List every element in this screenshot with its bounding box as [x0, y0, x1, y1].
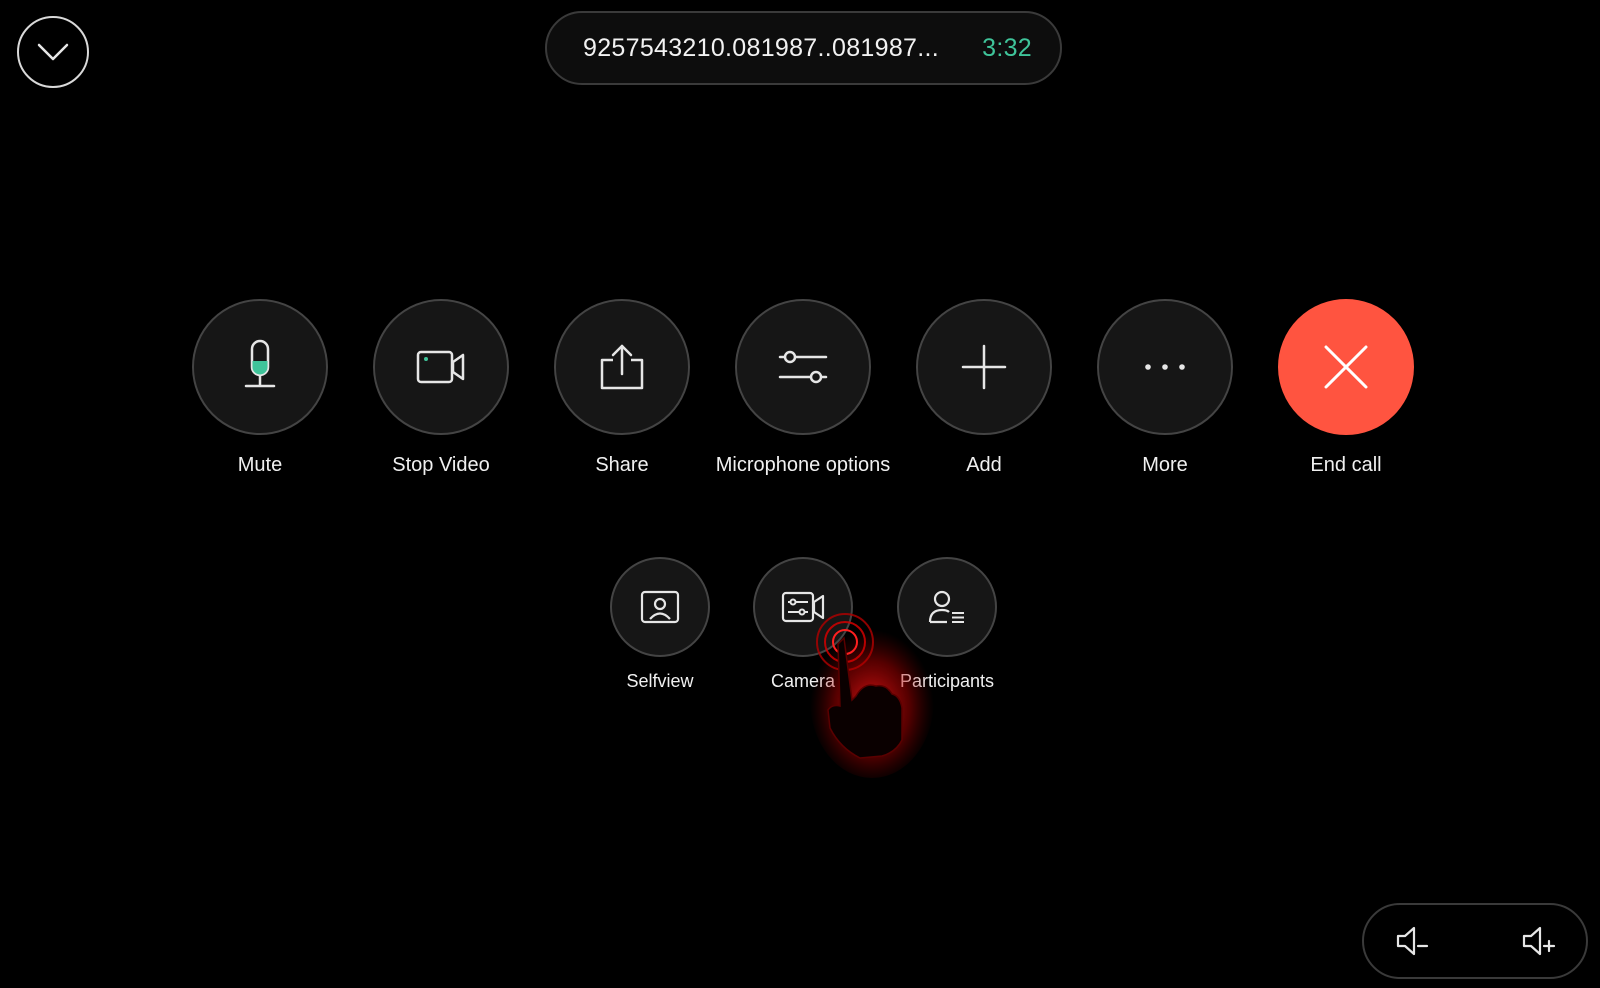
share-control: Share	[552, 299, 692, 479]
participants-label: Participants	[899, 671, 995, 691]
camera-button[interactable]	[753, 557, 853, 657]
volume-down-button[interactable]	[1390, 919, 1434, 963]
end-call-label: End call	[1310, 454, 1382, 476]
add-label: Add	[966, 454, 1002, 476]
end-call-control: End call	[1276, 299, 1416, 479]
video-camera-icon	[416, 350, 465, 384]
stop-video-control: Stop Video	[371, 299, 511, 479]
volume-down-icon	[1396, 926, 1429, 956]
collapse-button[interactable]	[17, 16, 89, 88]
ellipsis-icon	[1145, 364, 1185, 370]
call-info-pill: 9257543210.081987..081987... 3:32	[545, 11, 1062, 85]
participants-control: Participants	[892, 557, 1002, 692]
stop-video-button[interactable]	[373, 299, 509, 435]
mute-label: Mute	[237, 454, 283, 476]
chevron-down-icon	[37, 43, 69, 61]
camera-label: Camera	[770, 671, 836, 691]
call-duration: 3:32	[982, 33, 1032, 62]
call-controls-screen: 9257543210.081987..081987... 3:32 Mute S…	[0, 0, 1600, 988]
call-number: 9257543210.081987..081987...	[583, 33, 939, 62]
camera-control: Camera	[748, 557, 858, 692]
share-button[interactable]	[554, 299, 690, 435]
microphone-icon	[244, 339, 276, 388]
plus-icon	[961, 344, 1007, 390]
microphone-options-control: Microphone options	[716, 299, 890, 479]
share-label: Share	[595, 454, 649, 476]
stop-video-label: Stop Video	[392, 454, 490, 476]
volume-up-icon	[1522, 926, 1556, 956]
more-button[interactable]	[1097, 299, 1233, 435]
add-control: Add	[914, 299, 1054, 479]
microphone-options-label: Microphone options	[715, 454, 891, 476]
more-label: More	[1142, 454, 1188, 476]
add-button[interactable]	[916, 299, 1052, 435]
more-control: More	[1095, 299, 1235, 479]
selfview-icon	[640, 590, 680, 624]
selfview-control: Selfview	[605, 557, 715, 692]
selfview-label: Selfview	[626, 671, 694, 691]
mute-button[interactable]	[192, 299, 328, 435]
volume-control	[1362, 903, 1588, 979]
camera-settings-icon	[781, 591, 825, 623]
mute-control: Mute	[190, 299, 330, 479]
end-call-button[interactable]	[1278, 299, 1414, 435]
participants-button[interactable]	[897, 557, 997, 657]
selfview-button[interactable]	[610, 557, 710, 657]
participants-icon	[928, 590, 964, 624]
volume-up-button[interactable]	[1516, 919, 1560, 963]
close-icon	[1324, 345, 1368, 389]
share-icon	[600, 344, 644, 390]
sliders-icon	[778, 350, 828, 384]
microphone-options-button[interactable]	[735, 299, 871, 435]
